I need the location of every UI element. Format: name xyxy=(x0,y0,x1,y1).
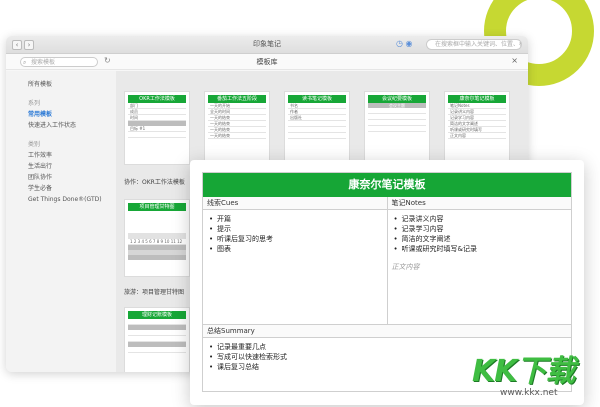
cornell-template-title: 康奈尔笔记模板 xyxy=(203,173,571,197)
sidebar-section-category: 类别 xyxy=(28,141,41,148)
template-row xyxy=(368,126,426,132)
template-card-title: 读书笔记模板 xyxy=(288,95,346,103)
template-row: 一天的结束 xyxy=(208,133,266,139)
list-item: 图表 xyxy=(209,244,387,254)
list-item: 听课或研究时填写&记录 xyxy=(394,244,572,254)
close-icon[interactable]: × xyxy=(511,56,518,65)
library-title: 模板库 xyxy=(256,58,278,66)
sidebar-item-quick-start[interactable]: 快速进入工作状态 xyxy=(28,120,116,131)
notes-list: 记录讲义内容 记录学习内容 简洁的文字阐述 听课或研究时填写&记录 xyxy=(388,210,572,254)
sidebar-item-efficiency[interactable]: 工作效率 xyxy=(28,150,116,161)
list-item: 记录讲义内容 xyxy=(394,214,572,224)
cues-title: 线索Cues xyxy=(203,197,387,210)
template-card-title: 项目管理甘特图 xyxy=(128,203,186,211)
list-item: 记录学习内容 xyxy=(394,224,572,234)
template-card-title: OKR工作法模板 xyxy=(128,95,186,103)
sidebar-item-life[interactable]: 生活出行 xyxy=(28,161,116,172)
template-card-gantt[interactable]: 项目管理甘特图 1 2 3 4 5 6 7 8 9 10 11 12 xyxy=(124,199,190,277)
sidebar-item-all[interactable]: 所有模板 xyxy=(28,79,116,90)
cues-column: 线索Cues 开篇 提示 听课后复习的思考 图表 xyxy=(203,197,387,324)
list-item: 听课后复习的思考 xyxy=(209,234,387,244)
cues-list: 开篇 提示 听课后复习的思考 图表 xyxy=(203,210,387,254)
template-spacer xyxy=(125,211,189,233)
list-item: 提示 xyxy=(209,224,387,234)
sidebar-item-student[interactable]: 学生必备 xyxy=(28,183,116,194)
summary-title: 总结Summary xyxy=(203,325,571,338)
global-search-input[interactable]: 在搜索框中输入关键词、位置、标签 xyxy=(426,39,522,50)
notes-column: 笔记Notes 记录讲义内容 记录学习内容 简洁的文字阐述 听课或研究时填写&记… xyxy=(386,197,572,324)
account-icons[interactable]: ◷ ◉ xyxy=(396,39,413,48)
notes-title: 笔记Notes xyxy=(387,197,571,210)
template-row: 正文内容 xyxy=(448,133,506,139)
sidebar-section-series: 系列 xyxy=(28,100,41,107)
notes-body-placeholder: 正文内容 xyxy=(391,263,420,271)
template-row xyxy=(128,347,186,353)
watermark-logo: KK下载 xyxy=(472,354,575,389)
template-row xyxy=(128,132,186,138)
screenshot-stage: ‹ › 印象笔记 ◷ ◉ 在搜索框中输入关键词、位置、标签 ⌕ 搜索模板 ↻ 模… xyxy=(0,0,600,407)
sidebar-item-common[interactable]: 常用模板 xyxy=(28,109,116,120)
cornell-columns: 线索Cues 开篇 提示 听课后复习的思考 图表 笔记Notes 记录讲义内容 … xyxy=(203,197,571,325)
template-card-cornell[interactable]: 康奈尔笔记模板 笔记Notes 记录讲义内容 记录学习内容 简洁的文字阐述 听课… xyxy=(444,91,510,165)
template-card-finance[interactable]: 理财记账模板 xyxy=(124,307,190,372)
template-card-title: 理财记账模板 xyxy=(128,311,186,319)
sidebar-item-gtd[interactable]: Get Things Done®(GTD) xyxy=(28,194,116,205)
sidebar-item-team[interactable]: 团队协作 xyxy=(28,172,116,183)
caption-gantt: 旅游：项目管理甘特图 xyxy=(124,289,185,296)
template-card-reading[interactable]: 读书笔记模板 书名 作者 出版社 xyxy=(284,91,350,165)
caption-okr: 协作：OKR工作法模板 xyxy=(124,179,185,186)
template-card-title: 会议纪要模板 xyxy=(368,95,426,103)
template-card-title: 番茄工作法五阶段 xyxy=(208,95,266,103)
template-card-meeting[interactable]: 会议纪要模板 会议主题 xyxy=(364,91,430,165)
template-row xyxy=(128,255,186,260)
library-toolbar: ⌕ 搜索模板 ↻ 模板库 × xyxy=(6,54,528,70)
template-sidebar: 所有模板 系列 常用模板 快速进入工作状态 类别 工作效率 生活出行 团队协作 … xyxy=(6,71,116,372)
template-row xyxy=(288,133,346,139)
title-bar: ‹ › 印象笔记 ◷ ◉ 在搜索框中输入关键词、位置、标签 xyxy=(6,36,528,54)
watermark-url: www.kkx.net xyxy=(500,388,558,398)
template-card-pomodoro[interactable]: 番茄工作法五阶段 一天的开始 全天的时间 一天的结束 一天的结束 一天的结束 一… xyxy=(204,91,270,165)
list-item: 开篇 xyxy=(209,214,387,224)
template-card-title: 康奈尔笔记模板 xyxy=(448,95,506,103)
template-card-okr[interactable]: OKR工作法模板 部门 成员 时间 目标 #1 xyxy=(124,91,190,165)
list-item: 简洁的文字阐述 xyxy=(394,234,572,244)
